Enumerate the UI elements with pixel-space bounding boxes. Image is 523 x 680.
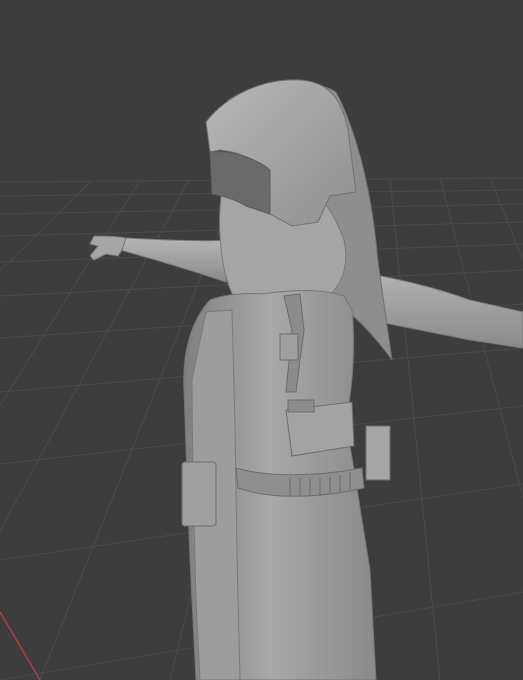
hip-pouch — [181, 461, 217, 527]
viewport-canvas[interactable] — [0, 0, 523, 680]
pouch-clip — [287, 399, 315, 413]
strap-buckle — [279, 333, 299, 361]
side-canister — [365, 425, 391, 481]
3d-viewport[interactable] — [0, 0, 523, 680]
